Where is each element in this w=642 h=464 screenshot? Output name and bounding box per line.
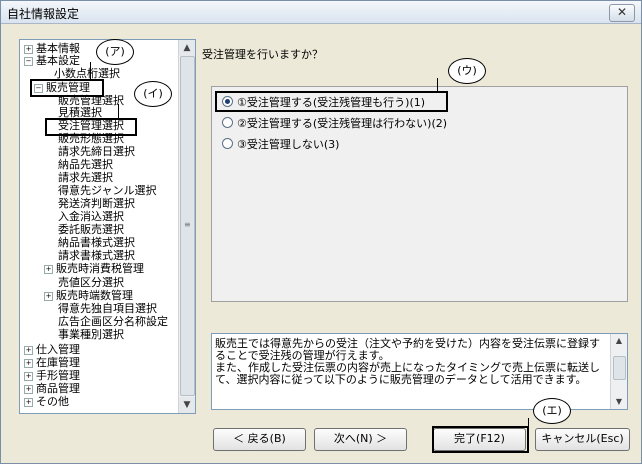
callout-u-leader — [437, 78, 438, 92]
tree-item-label: 基本設定 — [36, 54, 80, 67]
tree-item[interactable]: 請求書様式選択 — [58, 249, 135, 262]
tree-item-label: 販売形態選択 — [58, 132, 124, 145]
description-box: 販売王では得意先からの受注（注文や予約を受けた）内容を受注伝票に登録することで受… — [211, 333, 628, 410]
tree-item-label: 得意先ジャンル選択 — [58, 184, 157, 197]
expand-icon[interactable]: + — [44, 265, 53, 274]
tree-item-label: 販売時消費税管理 — [56, 262, 144, 275]
description-text: 販売王では得意先からの受注（注文や予約を受けた）内容を受注伝票に登録することで受… — [215, 337, 600, 386]
tree-item[interactable]: + 在庫管理 — [24, 356, 80, 369]
callout-i-leader — [118, 104, 119, 119]
tree-item[interactable]: 請求先選択 — [58, 171, 113, 184]
tree-item-label: 請求先選択 — [58, 171, 113, 184]
expand-icon[interactable]: + — [24, 372, 33, 381]
option-3[interactable]: ③受注管理しない(3) — [222, 137, 339, 153]
option-2[interactable]: ②受注管理する(受注残管理は行わない)(2) — [222, 116, 447, 132]
tree-item-label: 納品先選択 — [58, 158, 113, 171]
callout-a-leader — [90, 62, 91, 80]
tree-item-label: 請求書様式選択 — [58, 249, 135, 262]
radio-selected-icon[interactable] — [222, 96, 233, 107]
callout-i: (イ) — [134, 81, 172, 107]
tree-item[interactable]: + 販売時消費税管理 — [44, 262, 144, 275]
question-label: 受注管理を行いますか？ — [202, 48, 323, 61]
tree-item[interactable]: + 手形管理 — [24, 369, 80, 382]
expand-icon[interactable]: + — [24, 359, 33, 368]
tree-item-label: 請求先締日選択 — [58, 145, 135, 158]
tree-item-label: 事業種別選択 — [58, 328, 124, 341]
expand-icon[interactable]: + — [24, 398, 33, 407]
tree-item-label: 発送済判断選択 — [58, 197, 135, 210]
tree-item[interactable]: + その他 — [24, 395, 69, 408]
tree-item[interactable]: 販売形態選択 — [58, 132, 124, 145]
tree-item-label: 商品管理 — [36, 382, 80, 395]
options-panel: ①受注管理する(受注残管理も行う)(1) ②受注管理する(受注残管理は行わない)… — [211, 86, 628, 302]
close-icon[interactable]: ✕ — [609, 4, 635, 22]
scroll-thumb[interactable]: ≡ — [180, 56, 195, 396]
expand-icon[interactable]: + — [24, 45, 33, 54]
tree-item[interactable]: − 販売管理 — [34, 81, 90, 94]
tree-item-label: 在庫管理 — [36, 356, 80, 369]
tree-item[interactable]: 事業種別選択 — [58, 328, 124, 341]
collapse-icon[interactable]: − — [34, 84, 43, 93]
tree-item-label: 入金消込選択 — [58, 210, 124, 223]
tree-item[interactable]: + 販売時端数管理 — [44, 289, 133, 302]
tree-item[interactable]: 納品書様式選択 — [58, 236, 135, 249]
tree-item[interactable]: 得意先ジャンル選択 — [58, 184, 156, 197]
tree-item[interactable]: 納品先選択 — [58, 158, 113, 171]
tree-item[interactable]: + 商品管理 — [24, 382, 80, 395]
callout-e-leader — [528, 418, 529, 427]
scroll-up-icon[interactable]: ▲ — [179, 40, 195, 56]
tree-item-label: 販売時端数管理 — [56, 289, 133, 302]
tree-item-label: 受注管理選択 — [58, 119, 124, 132]
tree-item[interactable]: 発送済判断選択 — [58, 197, 135, 210]
description-scrollbar[interactable]: ▲ ▼ — [610, 334, 627, 409]
expand-icon[interactable]: + — [44, 292, 53, 301]
tree-item[interactable]: 委託販売選択 — [58, 223, 124, 236]
next-button[interactable]: 次へ(N) ＞ — [314, 428, 407, 451]
window-title: 自社情報設定 — [7, 7, 80, 21]
tree-item[interactable]: 小数点桁選択 — [54, 67, 120, 80]
tree-item-label: 見積選択 — [58, 106, 102, 119]
collapse-icon[interactable]: − — [24, 57, 33, 66]
option-3-label: ③受注管理しない(3) — [237, 138, 340, 151]
expand-icon[interactable]: + — [24, 346, 33, 355]
scroll-down-icon[interactable]: ▼ — [611, 395, 627, 409]
title-bar: 自社情報設定 ✕ — [1, 1, 641, 24]
back-button[interactable]: ＜ 戻る(B) — [213, 428, 306, 451]
tree-item[interactable]: 入金消込選択 — [58, 210, 124, 223]
tree-item-label: 得意先独自項目選択 — [58, 302, 157, 315]
tree-item-label: 販売管理 — [46, 81, 90, 94]
tree-item[interactable]: 請求先締日選択 — [58, 145, 135, 158]
callout-u: (ウ) — [448, 58, 486, 84]
scroll-up-icon[interactable]: ▲ — [611, 334, 627, 348]
option-2-label: ②受注管理する(受注残管理は行わない)(2) — [237, 117, 448, 130]
radio-icon[interactable] — [222, 117, 233, 128]
tree-item-label: 小数点桁選択 — [54, 67, 120, 80]
cancel-button[interactable]: キャンセル(Esc) — [535, 428, 630, 451]
tree-item-label: 納品書様式選択 — [58, 236, 135, 249]
callout-a: (ア) — [96, 39, 134, 65]
scroll-down-icon[interactable]: ▼ — [179, 397, 195, 413]
tree-item[interactable]: − 基本設定 — [24, 54, 80, 67]
callout-e: (エ) — [533, 398, 571, 424]
tree-item[interactable]: + 仕入管理 — [24, 343, 80, 356]
scroll-thumb[interactable] — [613, 356, 626, 380]
tree-scrollbar[interactable]: ▲ ≡ ▼ — [178, 40, 195, 413]
tree-item-label: 委託販売選択 — [58, 223, 124, 236]
option-1[interactable]: ①受注管理する(受注残管理も行う)(1) — [222, 95, 425, 111]
tree-item-label: 広告企画区分名称設定 — [58, 315, 168, 328]
tree-item-label: 仕入管理 — [36, 343, 80, 356]
option-1-label: ①受注管理する(受注残管理も行う)(1) — [237, 96, 426, 109]
expand-icon[interactable]: + — [24, 385, 33, 394]
tree-item[interactable]: 受注管理選択 — [58, 119, 124, 132]
tree-item[interactable]: 売値区分選択 — [58, 276, 124, 289]
radio-icon[interactable] — [222, 138, 233, 149]
tree-item[interactable]: 見積選択 — [58, 106, 102, 119]
tree-item[interactable]: 得意先独自項目選択 — [58, 302, 157, 315]
tree-item-label: その他 — [36, 395, 69, 408]
grip-icon: ≡ — [184, 220, 191, 229]
tree-item-label: 手形管理 — [36, 369, 80, 382]
tree-item[interactable]: 広告企画区分名称設定 — [58, 315, 168, 328]
tree-item-label: 売値区分選択 — [58, 276, 124, 289]
finish-button[interactable]: 完了(F12) — [433, 428, 526, 451]
